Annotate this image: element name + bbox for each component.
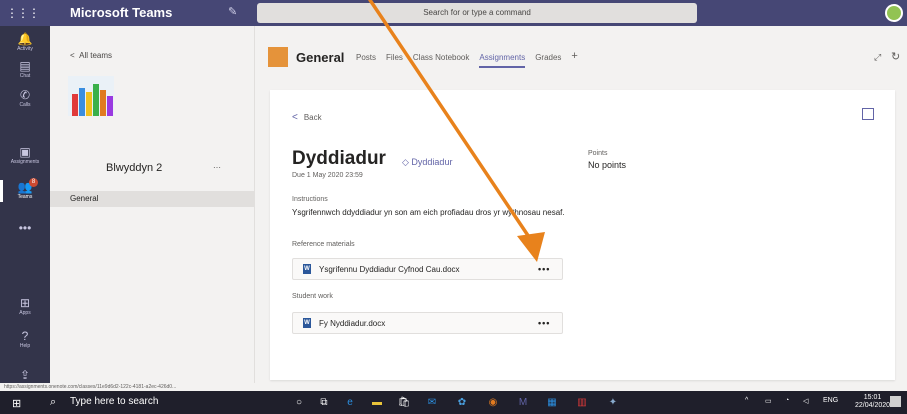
- channel-header: General Posts Files Class Notebook Assig…: [256, 26, 907, 90]
- rail-item-assignments[interactable]: ▣ Assignments: [0, 145, 50, 166]
- rail-item-calls[interactable]: ✆ Calls: [0, 88, 50, 109]
- wifi-icon[interactable]: ◔: [785, 397, 789, 404]
- chevron-left-icon: <: [70, 51, 80, 60]
- apps-icon: ⊞: [19, 296, 31, 310]
- clock-date: 22/04/2020: [855, 402, 891, 409]
- share-icon[interactable]: [862, 108, 874, 120]
- app-launcher-icon[interactable]: ⋮⋮⋮: [6, 4, 40, 22]
- notification-badge: 8: [29, 178, 38, 187]
- file-explorer-icon[interactable]: ▬: [370, 396, 384, 409]
- search-icon: ⌕: [50, 396, 57, 408]
- channel-item-general[interactable]: General: [50, 191, 254, 207]
- reference-materials-label: Reference materials: [292, 241, 355, 248]
- team-more-options-icon[interactable]: ⋯: [213, 163, 222, 172]
- rail-item-more[interactable]: •••: [0, 221, 50, 235]
- rail-item-teams[interactable]: 👥 Teams 8: [0, 178, 50, 202]
- help-icon: ?: [21, 329, 29, 343]
- rail-item-activity[interactable]: 🔔 Activity: [0, 32, 50, 53]
- refresh-icon[interactable]: ↻: [891, 50, 900, 63]
- status-url: https://assignments.onenote.com/classes/…: [0, 383, 315, 391]
- phone-icon: ✆: [19, 88, 31, 102]
- tag-icon: ◇: [402, 157, 412, 167]
- assignment-panel: < Back Dyddiadur ◇ Dyddiadur Due 1 May 20…: [270, 90, 895, 380]
- points-label: Points: [588, 150, 608, 157]
- rail-item-upload[interactable]: ⇪: [0, 368, 50, 382]
- team-name: Blwyddyn 2: [106, 162, 163, 174]
- task-view-icon[interactable]: ⧉: [317, 396, 331, 409]
- tab-assignments[interactable]: Assignments: [479, 53, 526, 68]
- instructions-text: Ysgrifennwch ddyddiadur yn son am eich p…: [292, 208, 565, 217]
- tab-grades[interactable]: Grades: [535, 53, 561, 68]
- team-panel: < All teams Blwyddyn 2 ⋯ General: [50, 26, 255, 390]
- rail-item-help[interactable]: ? Help: [0, 329, 50, 350]
- windows-start-icon[interactable]: ⊞: [12, 397, 21, 410]
- assignments-icon: ▣: [19, 145, 31, 159]
- language-indicator[interactable]: ENG: [823, 397, 838, 404]
- more-options-icon[interactable]: •••: [538, 264, 550, 274]
- clock[interactable]: 15:01 22/04/2020: [855, 394, 890, 410]
- upload-icon: ⇪: [19, 368, 31, 382]
- chevron-left-icon: <: [292, 112, 298, 123]
- add-tab-icon[interactable]: +: [571, 50, 577, 68]
- store-icon[interactable]: 🛍: [397, 396, 411, 409]
- team-logo: [68, 76, 114, 116]
- student-file-card[interactable]: W Fy Nyddiadur.docx •••: [292, 312, 563, 334]
- windows-taskbar: ⊞ ⌕ Type here to search ○ ⧉ e ▬ 🛍 ✉ ✿ ◉ …: [0, 391, 907, 414]
- mail-icon[interactable]: ✉: [425, 396, 439, 409]
- channel-logo: [268, 47, 288, 67]
- edge-icon[interactable]: e: [343, 396, 357, 409]
- assignment-category: ◇ Dyddiadur: [402, 157, 453, 167]
- taskbar-search[interactable]: Type here to search: [70, 396, 158, 407]
- photos-icon[interactable]: ✿: [455, 396, 469, 409]
- all-teams-link[interactable]: < All teams: [70, 51, 112, 60]
- channel-title: General: [296, 50, 345, 65]
- bell-icon: 🔔: [17, 32, 33, 46]
- rail-item-chat[interactable]: ▤ Chat: [0, 59, 50, 80]
- tab-posts[interactable]: Posts: [356, 53, 376, 68]
- app-rail: 🔔 Activity ▤ Chat ✆ Calls ▣ Assignments …: [0, 26, 50, 390]
- cortana-icon[interactable]: ○: [292, 396, 306, 409]
- teams-taskbar-icon[interactable]: M: [516, 396, 530, 409]
- due-date: Due 1 May 2020 23:59: [292, 172, 363, 179]
- channel-tabs: Posts Files Class Notebook Assignments G…: [356, 50, 578, 68]
- more-icon: •••: [18, 221, 32, 235]
- rail-item-apps[interactable]: ⊞ Apps: [0, 296, 50, 317]
- more-options-icon[interactable]: •••: [538, 318, 550, 328]
- title-bar: ⋮⋮⋮ Microsoft Teams ✎ Search for or type…: [0, 0, 907, 26]
- student-file-name: Fy Nyddiadur.docx: [319, 319, 386, 328]
- word-doc-icon: W: [303, 318, 311, 328]
- compose-icon[interactable]: ✎: [228, 5, 237, 18]
- outlook-icon[interactable]: ▦: [545, 396, 559, 409]
- office-icon[interactable]: ◉: [486, 396, 500, 409]
- teams-icon: 👥: [17, 180, 33, 194]
- assignment-title: Dyddiadur: [292, 148, 386, 169]
- back-button[interactable]: < Back: [292, 112, 322, 123]
- points-value: No points: [588, 160, 627, 170]
- tab-class-notebook[interactable]: Class Notebook: [413, 53, 469, 68]
- chevron-up-icon[interactable]: ^: [745, 397, 748, 404]
- tab-files[interactable]: Files: [386, 53, 403, 68]
- chat-icon: ▤: [19, 59, 31, 73]
- app-icon[interactable]: ✦: [606, 396, 620, 409]
- expand-icon[interactable]: ⤢: [874, 52, 881, 63]
- volume-icon[interactable]: ◁: [803, 397, 808, 405]
- instructions-label: Instructions: [292, 196, 328, 203]
- student-work-label: Student work: [292, 293, 333, 300]
- clock-time: 15:01: [863, 394, 882, 401]
- word-doc-icon: W: [303, 264, 311, 274]
- notification-center-icon[interactable]: [890, 396, 901, 407]
- command-search-box[interactable]: Search for or type a command: [257, 3, 697, 23]
- app-title: Microsoft Teams: [70, 5, 173, 20]
- pdf-icon[interactable]: ▥: [575, 396, 589, 409]
- reference-file-card[interactable]: W Ysgrifennu Dyddiadur Cyfnod Cau.docx •…: [292, 258, 563, 280]
- battery-icon[interactable]: ▭: [765, 397, 772, 405]
- user-avatar[interactable]: [885, 4, 903, 22]
- reference-file-name: Ysgrifennu Dyddiadur Cyfnod Cau.docx: [319, 265, 460, 274]
